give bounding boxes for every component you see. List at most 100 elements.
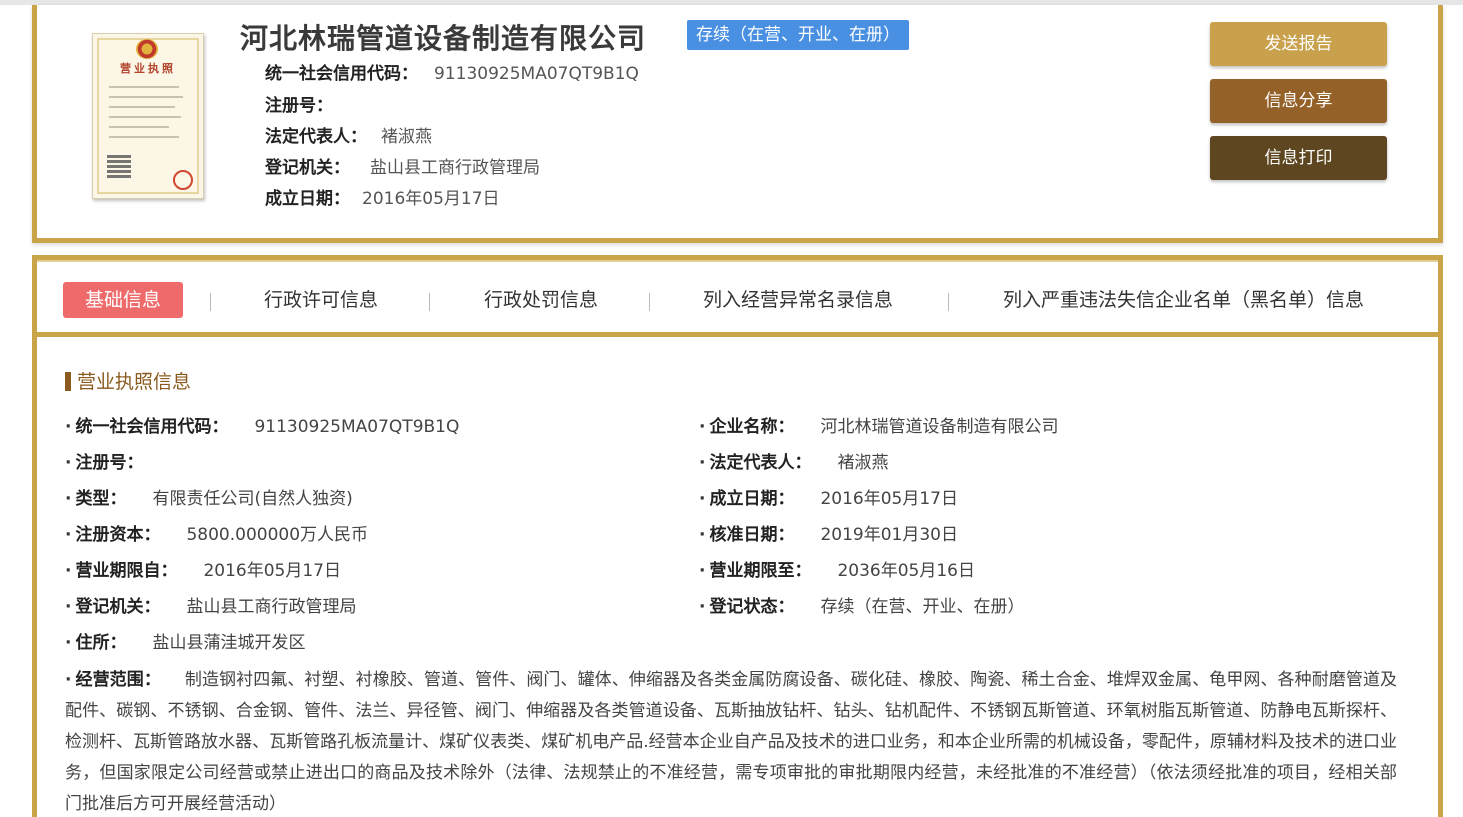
bullet-dot: ·: [65, 489, 72, 509]
print-info-button[interactable]: 信息打印: [1210, 136, 1387, 180]
field-label: 注册号：: [75, 453, 144, 473]
field-company-name: · 企业名称： 河北林瑞管道设备制造有限公司: [699, 412, 1058, 437]
tab-basic-info[interactable]: 基础信息: [63, 282, 184, 318]
bullet-dot: ·: [699, 561, 706, 581]
section-title: 营业执照信息: [65, 367, 191, 394]
field-approval-date: · 核准日期： 2019年01月30日: [699, 520, 958, 545]
field-label: 营业期限至：: [709, 561, 812, 581]
field-label: 登记机关：: [75, 597, 161, 617]
field-value: 制造钢衬四氟、衬塑、衬橡胶、管道、管件、阀门、罐体、伸缩器及各类金属防腐设备、碳…: [65, 670, 1397, 814]
field-value: 有限责任公司(自然人独资): [152, 489, 353, 509]
qr-code-icon: [107, 154, 131, 178]
basic-info-card: 基础信息 行政许可信息 行政处罚信息 列入经营异常名录信息 列入严重违法失信企业…: [32, 255, 1443, 817]
field-label: 注册资本：: [75, 525, 161, 545]
field-value: 盐山县蒲洼城开发区: [152, 633, 306, 653]
status-badge: 存续（在营、开业、在册）: [687, 20, 909, 50]
field-business-scope: · 经营范围： 制造钢衬四氟、衬塑、衬橡胶、管道、管件、阀门、罐体、伸缩器及各类金属…: [65, 665, 1397, 817]
field-term-from: · 营业期限自： 2016年05月17日: [65, 556, 341, 581]
license-text-line: [109, 116, 181, 118]
field-label: 企业名称：: [709, 417, 795, 437]
license-image-title: 营业执照: [120, 62, 176, 75]
field-registration-status: · 登记状态： 存续（在营、开业、在册）: [699, 592, 1024, 617]
section-marker-bar: [65, 372, 71, 391]
field-credit-code: · 统一社会信用代码： 91130925MA07QT9B1Q: [65, 412, 459, 437]
company-name: 河北林瑞管道设备制造有限公司: [240, 22, 647, 55]
field-value: 存续（在营、开业、在册）: [820, 597, 1025, 617]
tab-abnormal-list[interactable]: 列入经营异常名录信息: [703, 282, 893, 318]
tab-separator: [948, 293, 949, 311]
official-seal-icon: [173, 170, 193, 190]
field-label: 核准日期：: [709, 525, 795, 545]
bullet-dot: ·: [699, 597, 706, 617]
field-value: 5800.000000万人民币: [186, 525, 369, 545]
field-value: 91130925MA07QT9B1Q: [254, 417, 460, 437]
license-text-line: [109, 96, 183, 98]
field-type: · 类型： 有限责任公司(自然人独资): [65, 484, 353, 509]
header-value: 褚淑燕: [381, 127, 432, 147]
bullet-dot: ·: [65, 670, 72, 690]
bullet-dot: ·: [65, 417, 72, 437]
header-label: 成立日期：: [265, 189, 350, 209]
field-label: 法定代表人：: [709, 453, 812, 473]
bullet-dot: ·: [699, 525, 706, 545]
bullet-dot: ·: [65, 633, 72, 653]
field-term-to: · 营业期限至： 2036年05月16日: [699, 556, 975, 581]
field-value: 盐山县工商行政管理局: [186, 597, 357, 617]
header-legal-rep-row: 法定代表人： 褚淑燕: [265, 122, 432, 147]
field-registration-authority: · 登记机关： 盐山县工商行政管理局: [65, 592, 356, 617]
field-registered-capital: · 注册资本： 5800.000000万人民币: [65, 520, 368, 545]
field-value: 2036年05月16日: [837, 561, 975, 581]
tab-separator: [429, 293, 430, 311]
header-authority-row: 登记机关： 盐山县工商行政管理局: [265, 153, 540, 178]
field-value: 河北林瑞管道设备制造有限公司: [820, 417, 1059, 437]
field-value: 2016年05月17日: [820, 489, 958, 509]
header-value: 盐山县工商行政管理局: [370, 158, 540, 178]
field-label: 成立日期：: [709, 489, 795, 509]
field-legal-rep: · 法定代表人： 褚淑燕: [699, 448, 888, 473]
header-label: 注册号：: [265, 96, 333, 116]
tab-separator: [210, 293, 211, 311]
header-reg-number-row: 注册号：: [265, 91, 333, 116]
field-label: 类型：: [75, 489, 127, 509]
field-label: 经营范围：: [75, 670, 161, 690]
license-text-line: [109, 106, 175, 108]
share-info-button[interactable]: 信息分享: [1210, 79, 1387, 123]
tab-admin-penalty[interactable]: 行政处罚信息: [484, 282, 598, 318]
bullet-dot: ·: [699, 489, 706, 509]
business-license-image[interactable]: 营业执照: [92, 33, 204, 199]
send-report-button[interactable]: 发送报告: [1210, 22, 1387, 66]
bullet-dot: ·: [65, 453, 72, 473]
license-text-line: [109, 136, 179, 138]
bullet-dot: ·: [699, 417, 706, 437]
field-reg-number: · 注册号：: [65, 448, 143, 473]
header-label: 统一社会信用代码：: [265, 64, 418, 84]
header-label: 法定代表人：: [265, 127, 367, 147]
header-label: 登记机关：: [265, 158, 350, 178]
company-header-card: 营业执照 河北林瑞管道设备制造有限公司 存续（在营、开业、在册） 统一社会信用代…: [32, 5, 1443, 243]
field-founded-date: · 成立日期： 2016年05月17日: [699, 484, 958, 509]
section-title-text: 营业执照信息: [77, 371, 192, 393]
tab-separator: [649, 293, 650, 311]
field-value: 褚淑燕: [837, 453, 889, 473]
tab-admin-license[interactable]: 行政许可信息: [264, 282, 378, 318]
bullet-dot: ·: [65, 597, 72, 617]
bullet-dot: ·: [65, 525, 72, 545]
field-value: 2019年01月30日: [820, 525, 958, 545]
header-credit-code-row: 统一社会信用代码： 91130925MA07QT9B1Q: [265, 59, 639, 84]
header-founded-row: 成立日期： 2016年05月17日: [265, 184, 500, 209]
national-emblem-icon: [136, 39, 158, 59]
field-label: 营业期限自：: [75, 561, 178, 581]
field-value: 2016年05月17日: [203, 561, 341, 581]
bullet-dot: ·: [699, 453, 706, 473]
header-value: 2016年05月17日: [362, 189, 500, 209]
license-text-line: [109, 86, 179, 88]
tab-blacklist[interactable]: 列入严重违法失信企业名单（黑名单）信息: [1003, 282, 1364, 318]
tab-bar: 基础信息 行政许可信息 行政处罚信息 列入经营异常名录信息 列入严重违法失信企业…: [37, 260, 1438, 337]
field-label: 统一社会信用代码：: [75, 417, 229, 437]
field-label: 住所：: [75, 633, 127, 653]
header-value: 91130925MA07QT9B1Q: [434, 64, 639, 84]
bullet-dot: ·: [65, 561, 72, 581]
field-label: 登记状态：: [709, 597, 795, 617]
field-address: · 住所： 盐山县蒲洼城开发区: [65, 628, 305, 653]
license-text-line: [109, 126, 169, 128]
